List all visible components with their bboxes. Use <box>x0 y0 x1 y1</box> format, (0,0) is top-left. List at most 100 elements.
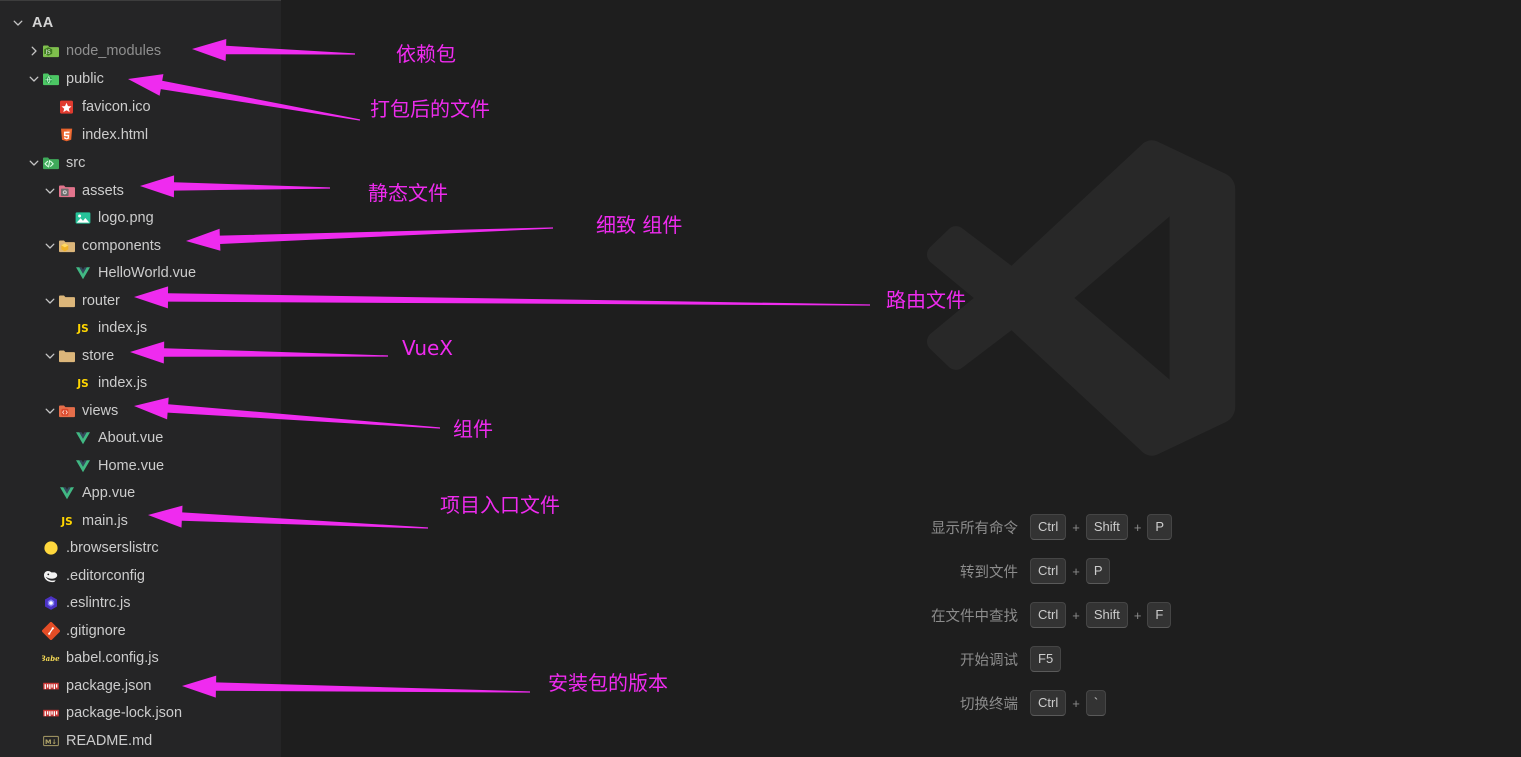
explorer-item-label: .editorconfig <box>66 567 145 584</box>
chevron-placeholder <box>26 568 42 584</box>
explorer-item-label: components <box>82 237 161 254</box>
keyboard-key: P <box>1085 558 1111 584</box>
shortcut-label: 在文件中查找 <box>931 608 1018 625</box>
annotation-label: 组件 <box>453 417 493 441</box>
image-icon <box>74 209 92 227</box>
explorer-item-index-html[interactable]: index.html <box>0 124 281 146</box>
explorer-item-favicon-ico[interactable]: favicon.ico <box>0 96 281 118</box>
chevron-placeholder <box>26 678 42 694</box>
explorer-item-router[interactable]: router <box>0 290 281 312</box>
explorer-item-package-lock-json[interactable]: package-lock.json <box>0 702 281 724</box>
explorer-item-assets[interactable]: assets <box>0 180 281 202</box>
shortcut-row[interactable]: 切换终端 Ctrl + ` <box>900 681 1240 725</box>
chevron-placeholder <box>58 375 74 391</box>
svg-text:Babel: Babel <box>42 654 60 663</box>
explorer-item-eslintrc-js[interactable]: .eslintrc.js <box>0 592 281 614</box>
keyboard-key: ` <box>1085 690 1107 716</box>
chevron-down-icon[interactable] <box>26 155 42 171</box>
explorer-item-helloworld-vue[interactable]: HelloWorld.vue <box>0 262 281 284</box>
shortcut-row[interactable]: 显示所有命令 Ctrl + Shift + P <box>900 505 1240 549</box>
keyboard-key: F <box>1147 602 1172 628</box>
npm-icon <box>42 677 60 695</box>
annotation-label: 项目入口文件 <box>440 493 560 517</box>
key-separator: + <box>1133 519 1142 535</box>
keyboard-key: F5 <box>1030 646 1062 672</box>
chevron-down-icon[interactable] <box>42 293 58 309</box>
explorer-item-label: views <box>82 402 119 419</box>
explorer-item-store[interactable]: store <box>0 345 281 367</box>
explorer-item-label: README.md <box>66 732 153 749</box>
vscode-window: AA JS node_modules public favicon.ico ind… <box>0 0 1521 757</box>
vscode-logo-watermark <box>918 128 1258 468</box>
chevron-down-icon[interactable] <box>26 71 42 87</box>
explorer-item-about-vue[interactable]: About.vue <box>0 427 281 449</box>
explorer-item-babel-config-js[interactable]: Babel babel.config.js <box>0 647 281 669</box>
explorer-item-readme-md[interactable]: M↓ README.md <box>0 730 281 752</box>
explorer-item-browserslistrc[interactable]: .browserslistrc <box>0 537 281 559</box>
svg-text:JS: JS <box>76 378 88 390</box>
explorer-item-public[interactable]: public <box>0 68 281 90</box>
shortcut-keys: Ctrl + Shift + P <box>1030 514 1173 540</box>
chevron-placeholder <box>58 320 74 336</box>
folder-src-icon <box>42 154 60 172</box>
shortcut-label: 转到文件 <box>960 564 1018 581</box>
explorer-item-label: index.js <box>98 374 148 391</box>
svg-text:JS: JS <box>45 50 51 56</box>
folder-plain-icon <box>58 292 76 310</box>
explorer-item-label: Home.vue <box>98 457 165 474</box>
explorer-item-node-modules[interactable]: JS node_modules <box>0 40 281 62</box>
explorer-item-index-js[interactable]: JS index.js <box>0 317 281 339</box>
explorer-item-editorconfig[interactable]: .editorconfig <box>0 565 281 587</box>
explorer-item-views[interactable]: views <box>0 400 281 422</box>
vue-icon <box>74 264 92 282</box>
key-separator: + <box>1072 519 1080 535</box>
vue-icon <box>74 429 92 447</box>
keyboard-key: Ctrl <box>1030 514 1067 540</box>
keyboard-key: Ctrl <box>1030 602 1067 628</box>
folder-assets-icon <box>58 182 76 200</box>
chevron-placeholder <box>42 485 58 501</box>
chevron-placeholder <box>42 99 58 115</box>
explorer-item-gitignore[interactable]: .gitignore <box>0 620 281 642</box>
key-separator: + <box>1072 607 1080 623</box>
shortcut-keys: Ctrl + Shift + F <box>1030 602 1172 628</box>
shortcut-keys: Ctrl + ` <box>1030 690 1107 716</box>
chevron-down-icon[interactable] <box>42 403 58 419</box>
key-separator: + <box>1072 563 1080 579</box>
annotation-label: 细致 组件 <box>596 213 683 237</box>
annotation-label: 安装包的版本 <box>548 671 668 695</box>
explorer-item-package-json[interactable]: package.json <box>0 675 281 697</box>
explorer-item-label: babel.config.js <box>66 649 159 666</box>
keyboard-key: Ctrl <box>1030 690 1067 716</box>
explorer-item-home-vue[interactable]: Home.vue <box>0 455 281 477</box>
explorer-sidebar[interactable]: AA JS node_modules public favicon.ico ind… <box>0 0 281 757</box>
chevron-down-icon[interactable] <box>10 15 26 31</box>
chevron-right-icon[interactable] <box>26 43 42 59</box>
explorer-item-label: App.vue <box>82 484 136 501</box>
chevron-placeholder <box>58 210 74 226</box>
explorer-item-label: index.js <box>98 319 148 336</box>
explorer-item-main-js[interactable]: JS main.js <box>0 510 281 532</box>
explorer-item-label: About.vue <box>98 429 164 446</box>
chevron-down-icon[interactable] <box>42 348 58 364</box>
shortcut-row[interactable]: 在文件中查找 Ctrl + Shift + F <box>900 593 1240 637</box>
shortcut-row[interactable]: 转到文件 Ctrl + P <box>900 549 1240 593</box>
chevron-down-icon[interactable] <box>42 183 58 199</box>
explorer-item-app-vue[interactable]: App.vue <box>0 482 281 504</box>
npm-icon <box>42 704 60 722</box>
explorer-item-components[interactable]: components <box>0 235 281 257</box>
chevron-placeholder <box>42 127 58 143</box>
annotation-label: 打包后的文件 <box>370 97 490 121</box>
shortcut-label: 显示所有命令 <box>931 520 1018 537</box>
explorer-item-src[interactable]: src <box>0 152 281 174</box>
explorer-item-logo-png[interactable]: logo.png <box>0 207 281 229</box>
shortcut-row[interactable]: 开始调试 F5 <box>900 637 1240 681</box>
explorer-item-aa[interactable]: AA <box>0 12 281 34</box>
js-icon: JS <box>74 319 92 337</box>
shortcut-keys: Ctrl + P <box>1030 558 1111 584</box>
explorer-item-label: .browserslistrc <box>66 539 159 556</box>
chevron-down-icon[interactable] <box>42 238 58 254</box>
explorer-item-label: node_modules <box>66 42 162 59</box>
explorer-item-index-js[interactable]: JS index.js <box>0 372 281 394</box>
explorer-item-label: router <box>82 292 120 309</box>
